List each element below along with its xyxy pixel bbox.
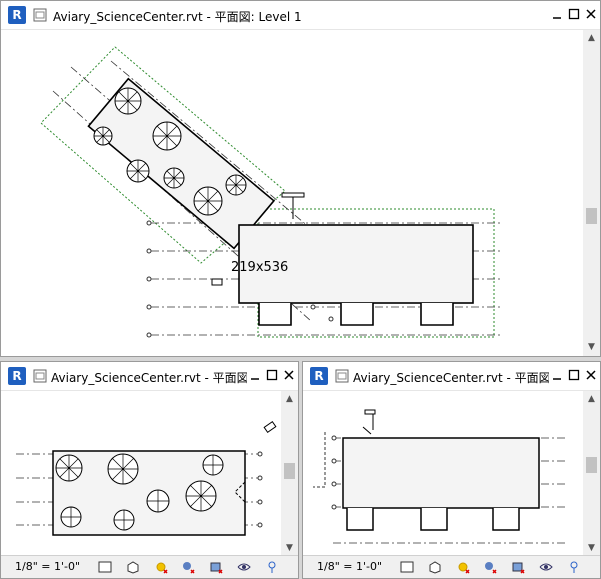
- sun-path-icon[interactable]: [153, 559, 169, 575]
- reveal-hidden-icon[interactable]: [566, 559, 582, 575]
- detail-level-icon[interactable]: [97, 559, 113, 575]
- temporary-hide-icon[interactable]: [538, 559, 554, 575]
- scroll-up-icon[interactable]: ▲: [583, 30, 600, 47]
- close-icon[interactable]: [583, 367, 599, 383]
- scroll-up-icon[interactable]: ▲: [281, 391, 298, 408]
- document-view-icon: [33, 8, 47, 22]
- close-icon[interactable]: [281, 367, 297, 383]
- bottom-right-scrollbar[interactable]: ▲ ▼: [583, 391, 600, 557]
- bottom-right-titlebar[interactable]: R Aviary_ScienceCenter.rvt - 平面図: L...: [303, 362, 600, 391]
- temporary-hide-icon[interactable]: [236, 559, 252, 575]
- scroll-thumb[interactable]: [586, 457, 597, 473]
- minimize-icon[interactable]: [247, 367, 263, 383]
- bottom-left-canvas[interactable]: [1, 391, 281, 557]
- view-scale[interactable]: 1/8" = 1'-0": [15, 560, 80, 573]
- bottom-left-title: Aviary_ScienceCenter.rvt - 平面図: L...: [51, 371, 247, 385]
- main-view-titlebar[interactable]: R Aviary_ScienceCenter.rvt - 平面図: Level …: [1, 1, 600, 30]
- maximize-icon[interactable]: [264, 367, 280, 383]
- revit-logo-icon: R: [8, 367, 26, 385]
- bottom-left-view-window[interactable]: R Aviary_ScienceCenter.rvt - 平面図: L... ▲: [0, 361, 299, 579]
- bottom-right-canvas[interactable]: [303, 391, 583, 557]
- crop-view-icon[interactable]: [510, 559, 526, 575]
- revit-logo-icon: R: [310, 367, 328, 385]
- main-building: [238, 224, 474, 326]
- bottom-left-view-control-bar: 1/8" = 1'-0": [1, 555, 298, 578]
- maximize-icon[interactable]: [566, 6, 582, 22]
- document-view-icon: [335, 369, 349, 383]
- tag-icon: [263, 420, 277, 434]
- close-icon[interactable]: [583, 6, 599, 22]
- bottom-left-scrollbar[interactable]: ▲ ▼: [281, 391, 298, 557]
- shadows-icon[interactable]: [180, 559, 196, 575]
- main-view-title: Aviary_ScienceCenter.rvt - 平面図: Level 1: [53, 10, 302, 24]
- reveal-hidden-icon[interactable]: [264, 559, 280, 575]
- bottom-right-title: Aviary_ScienceCenter.rvt - 平面図: L...: [353, 371, 549, 385]
- detail-level-icon[interactable]: [399, 559, 415, 575]
- scroll-thumb[interactable]: [586, 208, 597, 224]
- dimension-label: 219x536: [231, 260, 288, 275]
- main-building: [342, 437, 540, 531]
- main-plan-canvas[interactable]: 219x536: [1, 30, 584, 356]
- minimize-icon[interactable]: [549, 367, 565, 383]
- visual-style-icon[interactable]: [125, 559, 141, 575]
- visual-style-icon[interactable]: [427, 559, 443, 575]
- revit-logo-icon: R: [8, 6, 26, 24]
- main-plan-view-window[interactable]: R Aviary_ScienceCenter.rvt - 平面図: Level …: [0, 0, 601, 357]
- document-view-icon: [33, 369, 47, 383]
- view-scale[interactable]: 1/8" = 1'-0": [317, 560, 382, 573]
- bottom-right-view-window[interactable]: R Aviary_ScienceCenter.rvt - 平面図: L... ▲…: [302, 361, 601, 579]
- scroll-up-icon[interactable]: ▲: [583, 391, 600, 408]
- crop-view-icon[interactable]: [208, 559, 224, 575]
- sun-path-icon[interactable]: [455, 559, 471, 575]
- scroll-thumb[interactable]: [284, 463, 295, 479]
- main-view-scrollbar[interactable]: ▲ ▼: [583, 30, 600, 356]
- scroll-down-icon[interactable]: ▼: [583, 339, 600, 356]
- section-tag-icon: [362, 409, 376, 435]
- shadows-icon[interactable]: [482, 559, 498, 575]
- maximize-icon[interactable]: [566, 367, 582, 383]
- minimize-icon[interactable]: [549, 6, 565, 22]
- bottom-right-view-control-bar: 1/8" = 1'-0": [303, 555, 600, 578]
- bottom-left-titlebar[interactable]: R Aviary_ScienceCenter.rvt - 平面図: L...: [1, 362, 298, 391]
